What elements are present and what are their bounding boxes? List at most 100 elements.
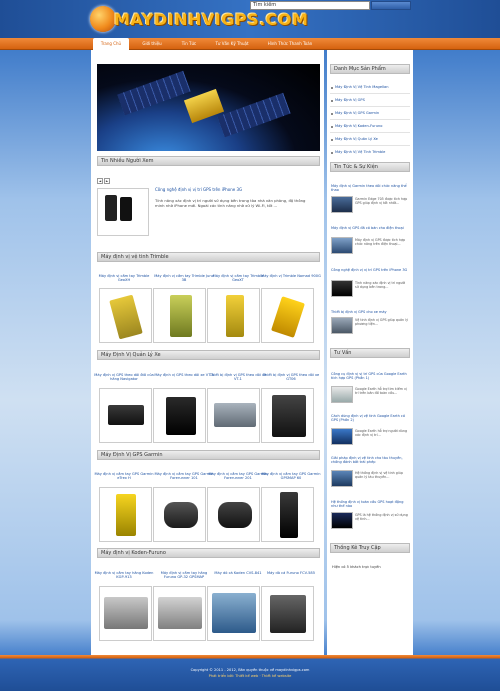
- iphone-image-back: [120, 197, 132, 221]
- news-thumbnail[interactable]: [331, 280, 353, 297]
- sidebar-news-desc: Máy định vị GPS được tích hợp chức năng …: [355, 238, 406, 246]
- product-card[interactable]: [153, 586, 206, 641]
- logo-text: MAYDINHVIGPS.COM: [114, 10, 309, 29]
- bullet-icon: [331, 126, 333, 128]
- sidebar-title-stats: Thống Kê Truy Cập: [330, 543, 410, 553]
- product-title[interactable]: Máy dò cá Furuno FCV-585: [261, 571, 321, 575]
- product-card[interactable]: [261, 586, 314, 641]
- product-title[interactable]: Thiết bị định vị GPS theo dõi xe GT06: [261, 373, 321, 382]
- search-button[interactable]: [371, 1, 411, 10]
- section-title-trimble: Máy định vị vệ tinh Trimble: [97, 252, 320, 262]
- product-card[interactable]: [99, 288, 152, 343]
- sidebar-advice-link[interactable]: Giải pháp định vị vệ tinh cho tàu thuyền…: [331, 456, 411, 465]
- pager-prev-button[interactable]: ◄: [97, 178, 103, 184]
- product-card[interactable]: [207, 288, 260, 343]
- sidebar-title-products: Danh Mục Sản Phẩm: [330, 64, 410, 74]
- pager-next-button[interactable]: ►: [104, 178, 110, 184]
- main-nav: Trang Chủ Giới thiệu Tin Tức Tư Vấn Kỹ T…: [0, 38, 500, 50]
- sidebar-item-product[interactable]: Máy Định Vị GPS: [335, 98, 365, 102]
- sidebar-item-product[interactable]: Máy Định Vị GPS Garmin: [335, 111, 379, 115]
- product-card[interactable]: [207, 586, 260, 641]
- product-title[interactable]: Máy định vị cầm tay Trimble GeoXH: [94, 274, 154, 283]
- news-description: Tính năng xác định vị trí người sử dụng …: [155, 198, 306, 208]
- product-title[interactable]: Máy định vị cầm tay hãng Koden KGP-913: [94, 571, 154, 580]
- divider: [330, 119, 410, 120]
- product-title[interactable]: Máy định vị Trimble Nomad 900G: [261, 274, 321, 278]
- divider: [330, 93, 410, 94]
- product-card[interactable]: [207, 388, 260, 443]
- product-card[interactable]: [261, 388, 314, 443]
- product-card[interactable]: [153, 288, 206, 343]
- advice-thumbnail[interactable]: [331, 386, 353, 403]
- sidebar-advice-desc: Google Earth hỗ trợ tìm kiếm vị trí trên…: [355, 387, 407, 395]
- product-title[interactable]: Máy định vị GPS theo dõi ôtô của hãng Na…: [94, 373, 154, 382]
- nav-item-payment[interactable]: Hình Thức Thanh Toán: [260, 38, 320, 50]
- product-title[interactable]: Máy định vị cầm tay GPS Garmin Forerunne…: [208, 472, 268, 481]
- divider: [330, 106, 410, 107]
- sidebar-item-product[interactable]: Máy Định Vị Vệ Tinh Magellan: [335, 85, 389, 89]
- product-title[interactable]: Máy định vị cầm tay hãng Furuno GP-32 GP…: [154, 571, 214, 580]
- product-title[interactable]: Thiết bị định vị GPS theo dõi xe VT-1: [208, 373, 268, 382]
- globe-icon: [90, 6, 116, 32]
- product-card[interactable]: [153, 487, 206, 542]
- product-card[interactable]: [261, 288, 314, 343]
- device-image: [104, 597, 148, 629]
- site-footer: Copyright © 2011 - 2012, Bản quyền thuộc…: [0, 655, 500, 691]
- advice-thumbnail[interactable]: [331, 470, 353, 487]
- sidebar-news-link[interactable]: Thiết bị định vị GPS cho xe máy: [331, 310, 411, 314]
- device-image: [108, 405, 144, 425]
- product-title[interactable]: Máy định vị cầm tay Trimble GeoXT: [208, 274, 268, 283]
- product-card[interactable]: [99, 487, 152, 542]
- sidebar-news-link[interactable]: Máy định vị GPS đã có bán cho điện thoại: [331, 226, 411, 230]
- product-card[interactable]: [99, 388, 152, 443]
- sidebar-advice-link[interactable]: Công cụ định vị vị trí GPS của Google Ea…: [331, 372, 411, 381]
- sidebar-advice-link[interactable]: Cách dùng định vị vệ tinh Google Earth c…: [331, 414, 411, 423]
- sidebar-advice-desc: Google Earth hỗ trợ người dùng xác định …: [355, 429, 408, 437]
- sidebar-item-product[interactable]: Máy Định Vị Vệ Tinh Trimble: [335, 150, 385, 154]
- device-image: [158, 597, 202, 629]
- search-input[interactable]: Tìm kiếm: [250, 1, 370, 10]
- product-card[interactable]: [153, 388, 206, 443]
- right-sidebar: Danh Mục Sản Phẩm Máy Định Vị Vệ Tinh Ma…: [327, 50, 413, 655]
- copyright-text: Copyright © 2011 - 2012, Bản quyền thuộc…: [190, 668, 310, 672]
- sidebar-item-product[interactable]: Máy Định Vị Quản Lý Xe: [335, 137, 378, 141]
- news-thumbnail[interactable]: [97, 188, 149, 236]
- device-image: [218, 502, 252, 528]
- news-title-link[interactable]: Công nghệ định vị vị trí GPS trên iPhone…: [155, 187, 315, 192]
- news-thumbnail[interactable]: [331, 196, 353, 213]
- online-visitors-text: Hiện có 5 khách trực tuyến: [332, 565, 381, 569]
- device-image: [212, 593, 256, 633]
- nav-item-tech-advice[interactable]: Tư Vấn Kỹ Thuật: [206, 38, 258, 50]
- sidebar-news-desc: Garmin Edge 705 được tích hợp GPS giúp đ…: [355, 197, 408, 205]
- product-title[interactable]: Máy định vị cầm tay GPS Garmin GPSMAP 60: [261, 472, 321, 481]
- news-thumbnail[interactable]: [331, 317, 353, 334]
- product-title[interactable]: Máy định vị cầm tay Trimble Juno 3B: [154, 274, 214, 283]
- news-thumbnail[interactable]: [331, 237, 353, 254]
- advice-thumbnail[interactable]: [331, 512, 353, 529]
- divider: [330, 145, 410, 146]
- product-title[interactable]: Máy định vị cầm tay GPS Garmin Forerunne…: [154, 472, 214, 481]
- bullet-icon: [331, 113, 333, 115]
- device-image: [214, 403, 256, 427]
- iphone-image-front: [105, 195, 117, 221]
- product-card[interactable]: [261, 487, 314, 542]
- sidebar-advice-link[interactable]: Hệ thống định vị toàn cầu GPS hoạt động …: [331, 500, 411, 509]
- sidebar-advice-desc: Hệ thống định vị vệ tinh giúp quản lý tà…: [355, 471, 403, 479]
- bullet-icon: [331, 152, 333, 154]
- product-title[interactable]: Máy định vị cầm tay GPS Garmin eTrex H: [94, 472, 154, 481]
- product-title[interactable]: Máy dò cá Koden CVS-841: [208, 571, 268, 575]
- sidebar-item-product[interactable]: Máy Định Vị Koden-Furuno: [335, 124, 382, 128]
- nav-item-about[interactable]: Giới thiệu: [132, 38, 172, 50]
- sidebar-news-desc: Tính năng xác định vị trí người sử dụng …: [355, 281, 406, 289]
- sidebar-news-link[interactable]: Công nghệ định vị vị trí GPS trên iPhone…: [331, 268, 411, 272]
- advice-thumbnail[interactable]: [331, 428, 353, 445]
- product-card[interactable]: [207, 487, 260, 542]
- product-card[interactable]: [99, 586, 152, 641]
- sidebar-news-link[interactable]: Máy định vị Garmin theo dõi chức năng th…: [331, 184, 411, 193]
- section-title-koden-furuno: Máy định vị Koden-Furuno: [97, 548, 320, 558]
- developer-credit-link[interactable]: Phát triển bởi: Thiết kế web · Thiết kế …: [0, 674, 500, 678]
- nav-item-news[interactable]: Tin Tức: [172, 38, 206, 50]
- main-content: Tin Nhiều Người Xem ◄ ► Công nghệ định v…: [91, 50, 324, 655]
- nav-item-home[interactable]: Trang Chủ: [93, 38, 129, 50]
- product-title[interactable]: Máy định vị GPS theo dõi xe VT-3: [154, 373, 214, 377]
